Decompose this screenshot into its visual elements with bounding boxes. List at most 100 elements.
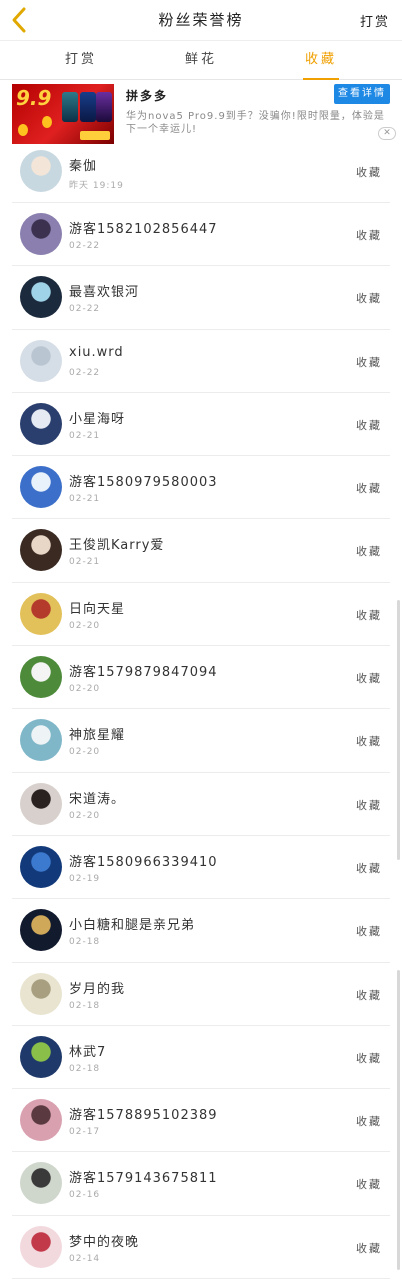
action-type-label: 收藏 [356, 798, 382, 812]
list-item[interactable]: 最喜欢银河 02-22 收藏 [12, 266, 390, 330]
list-item[interactable]: 岁月的我 02-18 收藏 [12, 963, 390, 1026]
avatar[interactable] [20, 1162, 62, 1205]
avatar[interactable] [20, 339, 62, 382]
avatar[interactable] [20, 1035, 62, 1078]
date-label: 02-19 [69, 873, 101, 884]
user-name: 神旅星耀 [69, 728, 126, 744]
scrollbar[interactable] [397, 600, 400, 860]
list-item[interactable]: 游客1580979580003 02-21 收藏 [12, 456, 390, 520]
date-label: 02-22 [69, 367, 101, 378]
date-label: 02-21 [69, 494, 101, 505]
list-item[interactable]: 游客1580966339410 02-19 收藏 [12, 836, 390, 900]
user-name: xiu.wrd [69, 344, 124, 360]
ad-image-price: 9.9 [16, 86, 52, 110]
ad-close-button[interactable]: ✕ [378, 127, 396, 140]
action-type-label: 收藏 [356, 355, 382, 369]
user-name: 日向天星 [69, 601, 126, 617]
avatar[interactable] [20, 276, 62, 319]
list-item[interactable]: 游客1578895102389 02-17 收藏 [12, 1089, 390, 1153]
action-type-label: 收藏 [356, 229, 382, 242]
scrollbar-secondary[interactable] [397, 970, 400, 1270]
user-name: 最喜欢银河 [69, 285, 140, 301]
avatar[interactable] [20, 782, 62, 825]
list-item[interactable]: xiu.wrd 02-22 收藏 [12, 330, 390, 393]
avatar[interactable] [20, 213, 62, 255]
action-type-label: 收藏 [356, 418, 382, 432]
ad-banner[interactable]: 9.9 拼多多 查看详情 华为nova5 Pro9.9到手？没骗你!限时限量，体… [0, 80, 402, 146]
action-type-label: 收藏 [356, 608, 382, 622]
avatar[interactable] [20, 656, 62, 699]
action-type-label: 收藏 [356, 166, 382, 179]
user-name: 游客1580966339410 [69, 854, 218, 870]
list-item[interactable]: 游客15821028564​47 02-22 收藏 [12, 203, 390, 267]
action-type-label: 收藏 [356, 482, 382, 496]
list-item[interactable]: 宋道涛。 02-20 收藏 [12, 773, 390, 836]
tab-favorites[interactable]: 收藏 [254, 41, 388, 80]
tab-bar: 打赏 鲜花 收藏 [0, 40, 402, 80]
action-type-label: 收藏 [356, 861, 382, 875]
ad-image[interactable]: 9.9 [12, 84, 114, 144]
list-item[interactable]: 小白糖和腿是亲兄弟 02-18 收藏 [12, 899, 390, 963]
reward-link[interactable]: 打赏 [360, 11, 390, 30]
avatar[interactable] [20, 466, 62, 509]
favorites-list: 秦伽 昨天 19:19 收藏 游客15821028564​47 02-22 收藏 最喜欢银河… [0, 140, 402, 1280]
user-name: 宋道涛。 [69, 791, 126, 807]
action-type-label: 收藏 [356, 672, 382, 686]
list-item[interactable]: 日向天星 02-20 收藏 [12, 583, 390, 647]
ad-details-button[interactable]: 查看详情 [334, 84, 390, 104]
list-item[interactable]: 秦伽 昨天 19:19 收藏 [12, 140, 390, 203]
list-item[interactable]: 游客1579143675811 02-16 收藏 [12, 1152, 390, 1216]
date-label: 02-21 [69, 557, 101, 568]
list-item[interactable]: 林武7 02-18 收藏 [12, 1026, 390, 1090]
user-name: 王俊凯Karry爱 [69, 538, 165, 554]
avatar[interactable] [20, 972, 62, 1015]
ad-brand: 拼多多 [126, 89, 169, 103]
user-name: 游客1579143675811 [69, 1171, 218, 1187]
action-type-label: 收藏 [356, 1241, 382, 1255]
tab-flowers-label: 鲜花 [184, 52, 217, 67]
tab-flowers[interactable]: 鲜花 [134, 41, 268, 80]
ad-description: 华为nova5 Pro9.9到手？没骗你!限时限量，体验是下一个幸运儿! [126, 111, 385, 135]
user-name: 秦伽 [69, 159, 98, 174]
avatar[interactable] [20, 529, 62, 572]
user-name: 小星海呀 [69, 411, 126, 427]
avatar[interactable] [20, 845, 62, 888]
avatar[interactable] [20, 719, 62, 762]
user-name: 游客1579879847094 [69, 665, 218, 681]
avatar[interactable] [20, 402, 62, 445]
date-label: 02-17 [69, 1127, 101, 1138]
action-type-label: 收藏 [356, 1051, 382, 1065]
header-bar: 粉丝荣誉榜 打赏 [0, 0, 402, 40]
date-label: 02-20 [69, 810, 101, 821]
action-type-label: 收藏 [356, 735, 382, 749]
date-label: 02-21 [69, 430, 101, 441]
list-item[interactable]: 神旅星耀 02-20 收藏 [12, 709, 390, 773]
date-label: 02-16 [69, 1190, 101, 1201]
action-type-label: 收藏 [356, 292, 382, 306]
action-type-label: 收藏 [356, 1178, 382, 1192]
list-item[interactable]: 梦中的夜晚 02-14 收藏 [12, 1216, 390, 1280]
user-name: 小白糖和腿是亲兄弟 [69, 918, 196, 934]
list-item[interactable]: 王俊凯Karry爱 02-21 收藏 [12, 519, 390, 583]
action-type-label: 收藏 [356, 1115, 382, 1129]
action-type-label: 收藏 [356, 988, 382, 1002]
list-item[interactable]: 小星海呀 02-21 收藏 [12, 393, 390, 457]
avatar[interactable] [20, 1225, 62, 1268]
date-label: 02-20 [69, 747, 101, 758]
avatar[interactable] [20, 592, 62, 635]
date-label: 02-18 [69, 937, 101, 948]
avatar[interactable] [20, 150, 62, 192]
avatar[interactable] [20, 1099, 62, 1142]
tab-reward[interactable]: 打赏 [14, 41, 148, 80]
avatar[interactable] [20, 909, 62, 952]
user-name: 梦中的夜晚 [69, 1234, 140, 1250]
list-item[interactable]: 游客1579879847094 02-20 收藏 [12, 646, 390, 710]
action-type-label: 收藏 [356, 925, 382, 939]
action-type-label: 收藏 [356, 545, 382, 559]
tab-favorites-label: 收藏 [304, 52, 337, 67]
date-label: 02-18 [69, 1063, 101, 1074]
date-label: 02-20 [69, 620, 101, 631]
date-label: 02-20 [69, 684, 101, 695]
date-label: 02-14 [69, 1253, 101, 1264]
user-name: 游客1580979580003 [69, 475, 218, 491]
